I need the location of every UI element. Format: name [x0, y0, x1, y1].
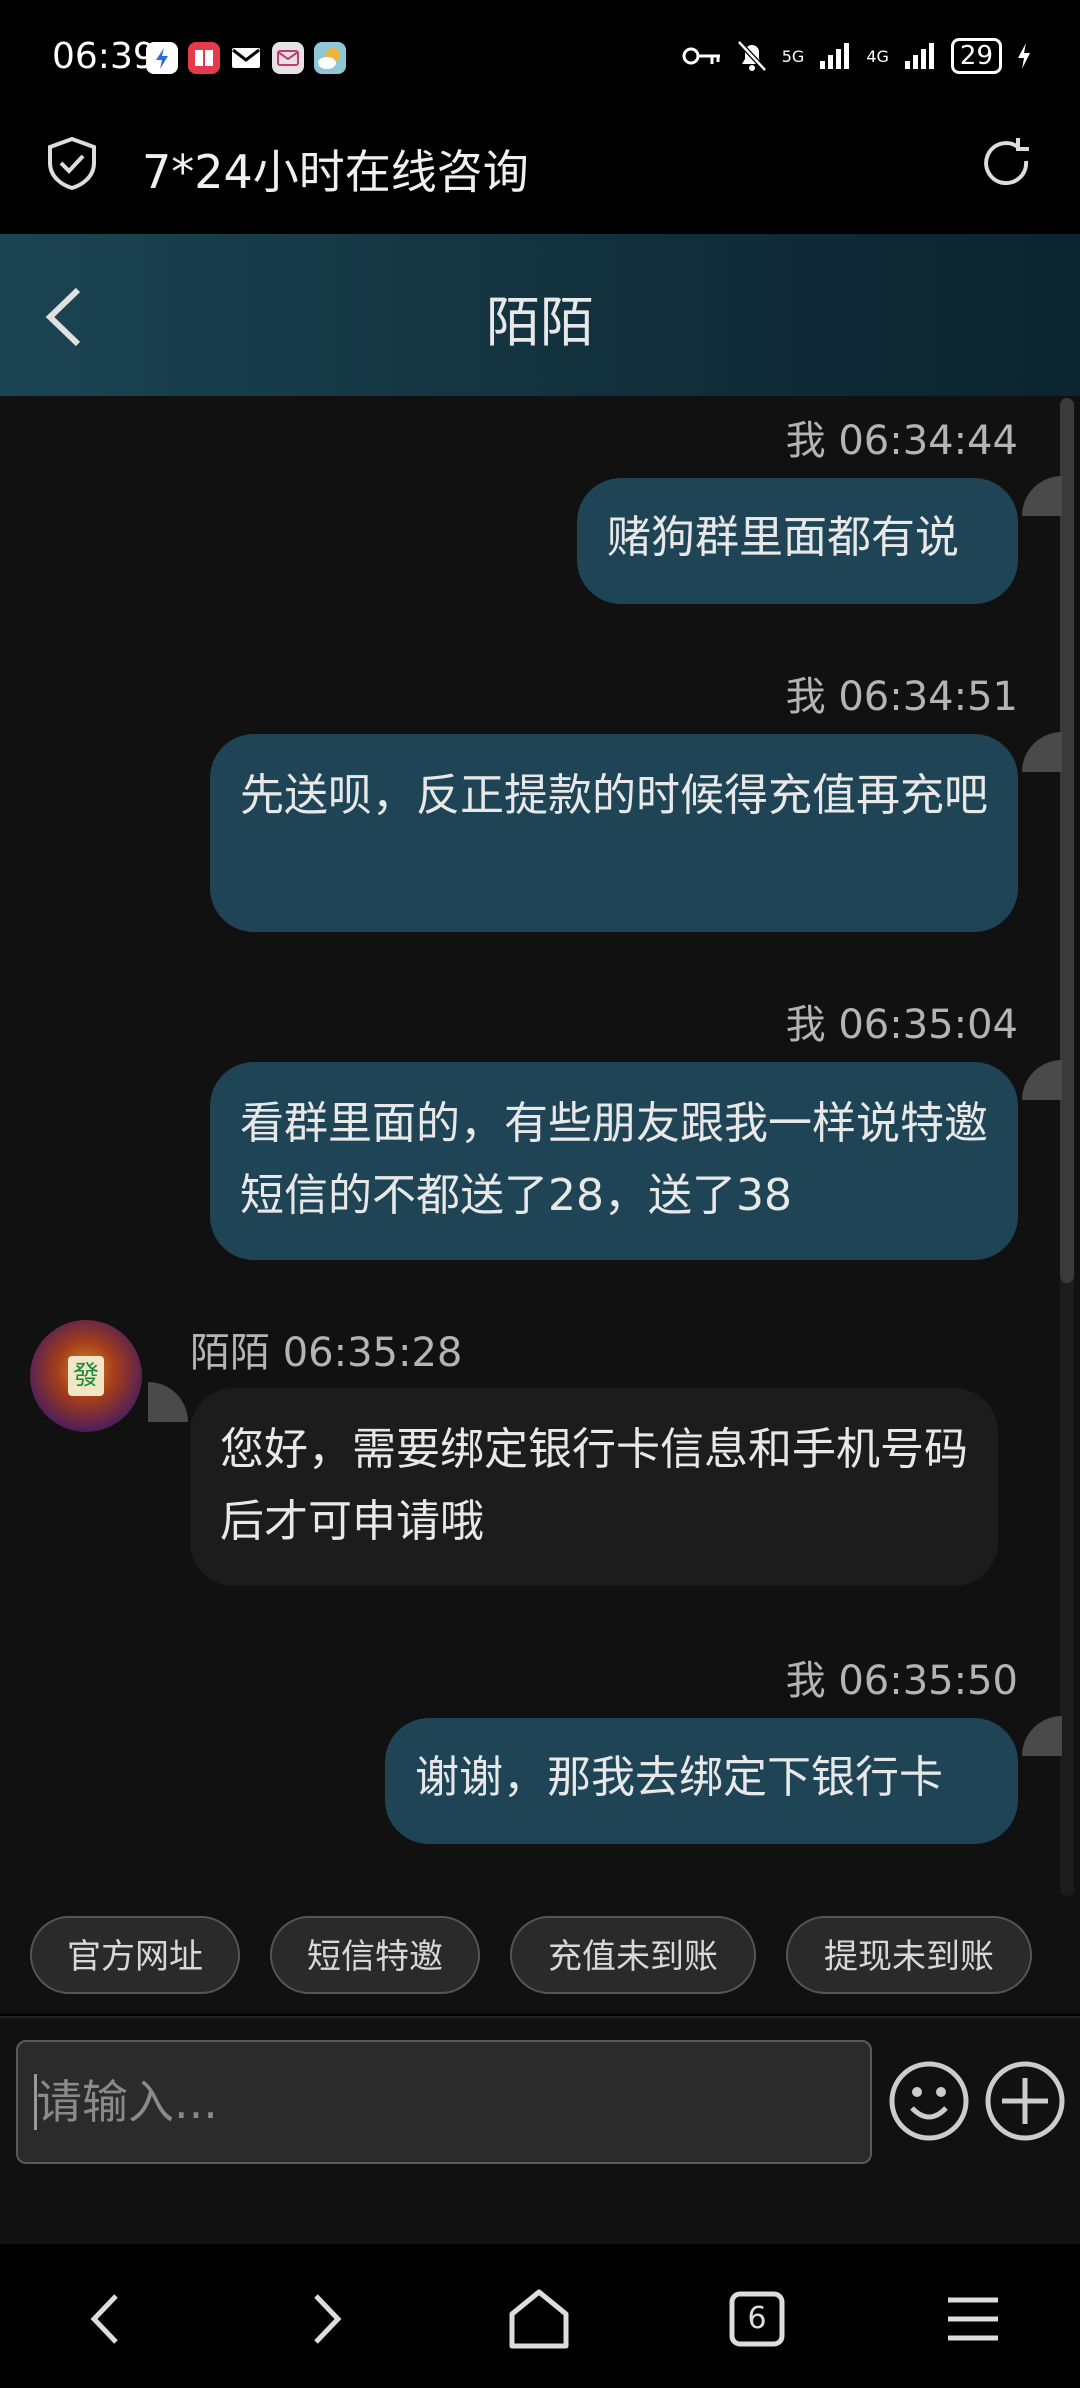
mahjong-tile-icon: 發 — [68, 1356, 104, 1396]
message-meta: 我 06:34:44 — [785, 418, 1018, 464]
message-bubble-self[interactable]: 先送呗，反正提款的时候得充值再充吧 — [210, 734, 1018, 932]
quick-reply-bar: 官方网址 短信特邀 充值未到账 提现未到账 — [0, 1902, 1080, 2014]
bubble-tail — [1022, 1716, 1062, 1756]
system-status: 5G 4G 29 — [682, 38, 1032, 74]
quick-reply-official-site[interactable]: 官方网址 — [30, 1916, 240, 1994]
message-bubble-self[interactable]: 谢谢，那我去绑定下银行卡 — [385, 1718, 1018, 1844]
network-4g-label: 4G — [866, 46, 889, 66]
status-bar: 06:39 5G 4G 29 — [0, 0, 1080, 118]
battery-level: 29 — [950, 38, 1002, 74]
home-icon[interactable] — [504, 2284, 574, 2354]
message-composer — [0, 2018, 1080, 2244]
bubble-tail — [1022, 1060, 1062, 1100]
browser-nav-bar: 6 — [0, 2244, 1080, 2388]
quick-reply-sms-invite[interactable]: 短信特邀 — [270, 1916, 480, 1994]
app-notification-icon — [146, 42, 178, 74]
signal-icon — [820, 43, 850, 69]
book-icon — [188, 42, 220, 74]
message-bubble-self[interactable]: 看群里面的，有些朋友跟我一样说特邀短信的不都送了28，送了38 — [210, 1062, 1018, 1260]
quick-reply-withdraw-missing[interactable]: 提现未到账 — [786, 1916, 1032, 1994]
message-input[interactable] — [16, 2040, 872, 2164]
forward-icon[interactable] — [290, 2284, 360, 2354]
message-icon — [272, 42, 304, 74]
charging-icon — [1018, 43, 1030, 69]
bubble-tail — [1022, 732, 1062, 772]
emoji-icon[interactable] — [888, 2060, 970, 2142]
reload-icon[interactable] — [978, 135, 1036, 193]
browser-bar: 7*24小时在线咨询 — [0, 118, 1080, 234]
bubble-tail — [1022, 476, 1062, 516]
weather-icon — [314, 42, 346, 74]
chat-header: 陌陌 — [0, 234, 1080, 396]
scrollbar-thumb[interactable] — [1060, 398, 1074, 1283]
page-title: 7*24小时在线咨询 — [142, 145, 529, 199]
chat-contact-name: 陌陌 — [486, 291, 594, 354]
chat-message-list[interactable]: 我 06:34:44 赌狗群里面都有说 我 06:34:51 先送呗，反正提款的… — [0, 396, 1080, 1902]
notification-icons — [146, 42, 346, 74]
key-icon — [682, 47, 720, 65]
text-caret — [34, 2074, 37, 2130]
message-meta: 陌陌 06:35:28 — [190, 1330, 463, 1376]
quick-reply-deposit-missing[interactable]: 充值未到账 — [510, 1916, 756, 1994]
mute-bell-icon — [736, 40, 767, 72]
back-icon[interactable] — [72, 2284, 142, 2354]
status-time: 06:39 — [52, 36, 156, 77]
signal-icon — [904, 43, 934, 69]
menu-icon[interactable] — [938, 2284, 1008, 2354]
network-5g-label: 5G — [781, 46, 805, 66]
message-meta: 我 06:34:51 — [785, 674, 1018, 720]
mail-icon — [230, 42, 262, 74]
tab-count: 6 — [747, 2301, 767, 2336]
bubble-tail — [148, 1382, 188, 1422]
message-meta: 我 06:35:50 — [785, 1658, 1018, 1704]
shield-check-icon[interactable] — [44, 135, 100, 191]
message-bubble-self[interactable]: 赌狗群里面都有说 — [577, 478, 1018, 604]
message-meta: 我 06:35:04 — [785, 1002, 1018, 1048]
message-bubble-contact[interactable]: 您好，需要绑定银行卡信息和手机号码后才可申请哦 — [190, 1388, 998, 1586]
plus-icon[interactable] — [984, 2060, 1066, 2142]
tabs-button[interactable]: 6 — [722, 2284, 792, 2354]
contact-avatar[interactable]: 發 — [30, 1320, 142, 1432]
